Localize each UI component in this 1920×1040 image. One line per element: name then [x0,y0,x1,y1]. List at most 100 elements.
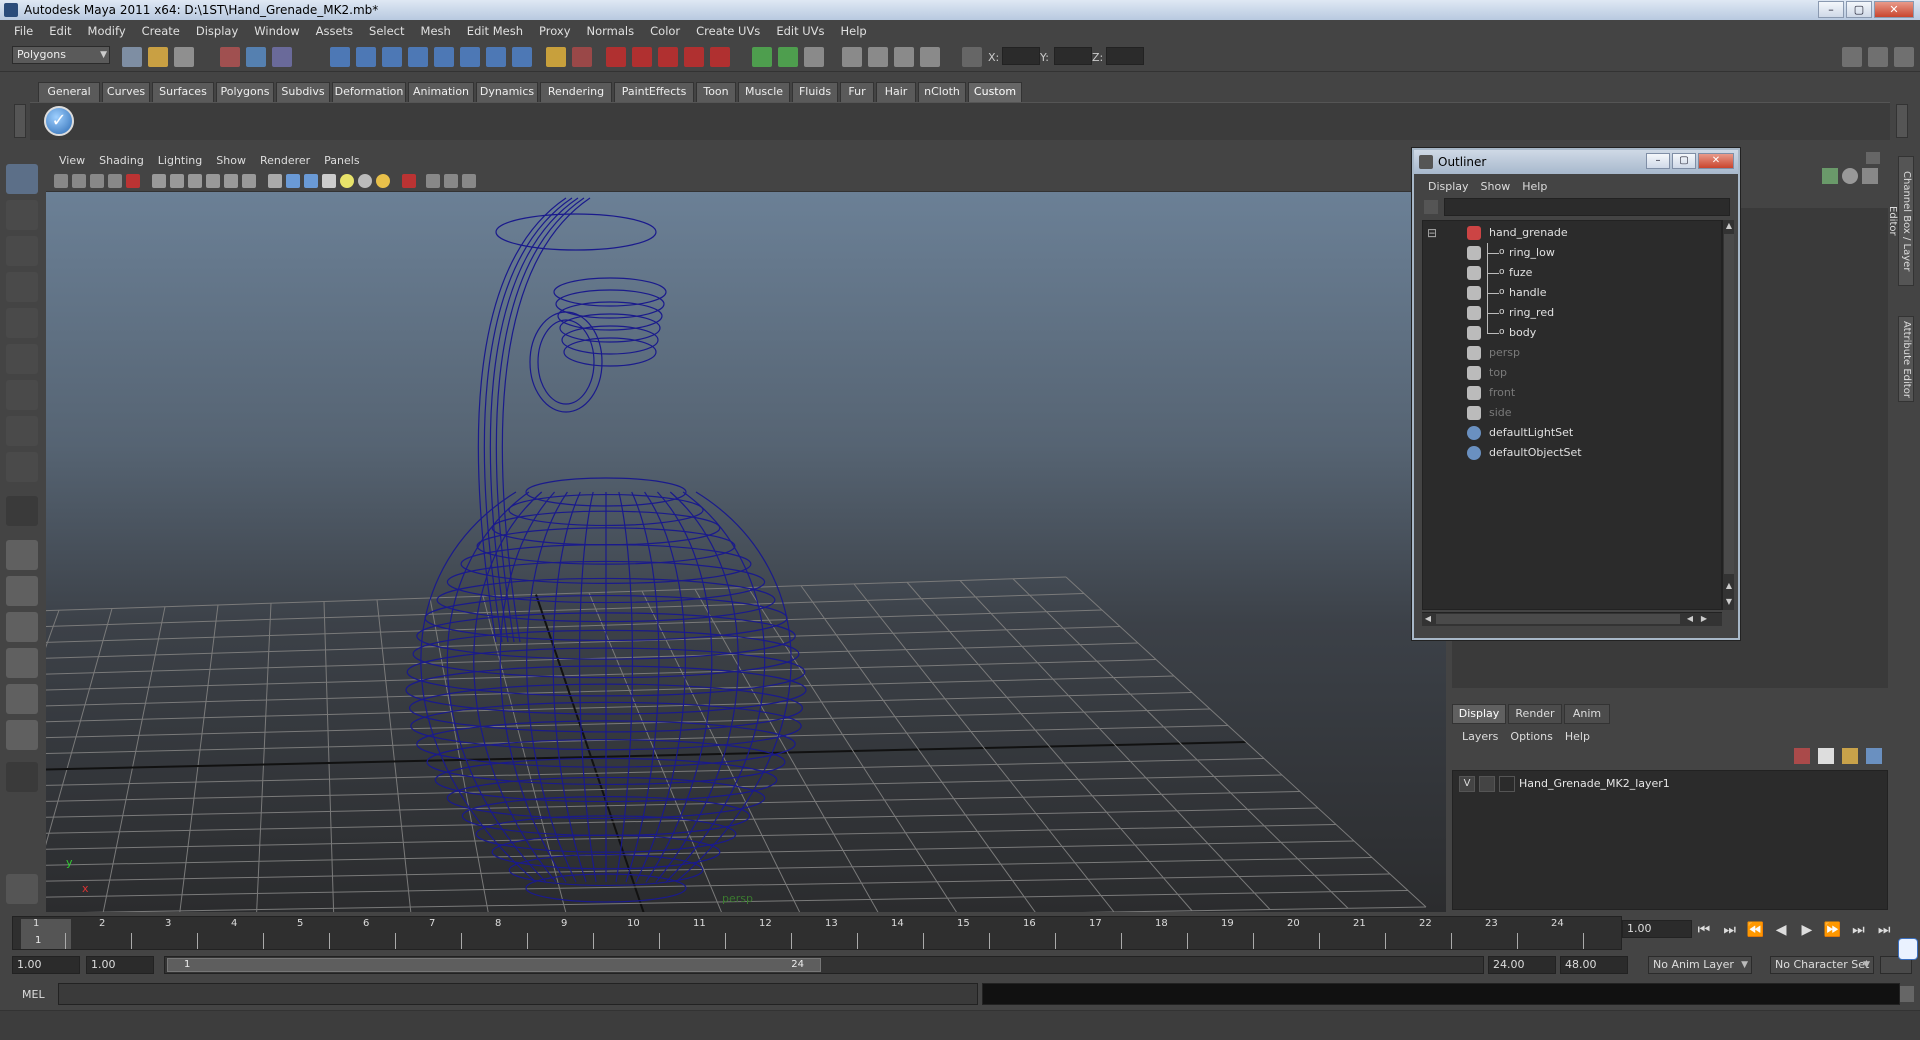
outliner-item[interactable]: o fuze [1423,263,1713,283]
smooth-shade-icon[interactable] [286,174,300,188]
scroll-down-icon[interactable]: ▼ [1723,596,1735,608]
menu-file[interactable]: File [6,24,41,38]
xray-icon[interactable] [426,174,440,188]
outliner-item[interactable]: ⊟ hand_grenade [1423,223,1713,243]
layer-menu-options[interactable]: Options [1504,730,1558,743]
shelf-tab-hair[interactable]: Hair [876,82,916,102]
shelf-menu-icon[interactable] [14,104,26,138]
save-scene-icon[interactable] [174,47,194,67]
current-frame-field[interactable]: 1.00 [1622,920,1692,938]
image-plane-icon[interactable] [108,174,122,188]
menu-edit[interactable]: Edit [41,24,79,38]
wireframe-on-shaded-icon[interactable] [304,174,318,188]
menu-window[interactable]: Window [246,24,307,38]
snap-curve-icon[interactable] [356,47,376,67]
range-slider[interactable]: 1 24 [164,956,1484,974]
toggle-channel-box-icon[interactable] [1894,47,1914,67]
shelf-tab-surfaces[interactable]: Surfaces [152,82,214,102]
toolbox-collapse-icon[interactable] [6,762,38,792]
layer-menu-layers[interactable]: Layers [1456,730,1504,743]
shadows-icon[interactable] [376,174,390,188]
tab-channel-box-layer-editor[interactable]: Channel Box / Layer Editor [1887,156,1914,286]
snap-plane-icon[interactable] [408,47,428,67]
textured-icon[interactable] [322,174,336,188]
animation-end-field[interactable]: 48.00 [1560,956,1628,974]
outliner-item[interactable]: front [1423,383,1713,403]
anim-layer-select[interactable]: No Anim Layer ▼ [1648,956,1752,974]
snap-point-icon[interactable] [382,47,402,67]
outliner-menu-show[interactable]: Show [1475,180,1517,193]
new-layer-selected-icon[interactable] [1866,748,1882,764]
outliner-item[interactable]: top [1423,363,1713,383]
outliner-item[interactable]: defaultLightSet [1423,423,1713,443]
shelf-tab-muscle[interactable]: Muscle [738,82,790,102]
menu-edit-mesh[interactable]: Edit Mesh [459,24,531,38]
hypergraph-icon[interactable] [894,47,914,67]
outliner-item[interactable]: persp [1423,343,1713,363]
viewport-menu-shading[interactable]: Shading [92,154,151,167]
field-chart-icon[interactable] [224,174,238,188]
scroll-left-icon[interactable]: ◀ [1422,613,1434,625]
shelf-tab-animation[interactable]: Animation [408,82,474,102]
persp-graph-hypergraph-layout-icon[interactable] [6,720,38,750]
menu-mesh[interactable]: Mesh [413,24,459,38]
viewport-menu-panels[interactable]: Panels [317,154,366,167]
close-button[interactable]: ✕ [1874,1,1914,18]
layer-color-swatch[interactable] [1499,776,1515,792]
outliner-item[interactable]: o ring_low [1423,243,1713,263]
tab-anim[interactable]: Anim [1564,704,1610,724]
xray-components-icon[interactable] [462,174,476,188]
graph-editor-icon[interactable] [868,47,888,67]
toggle-tool-settings-icon[interactable] [1868,47,1888,67]
shelf-tab-general[interactable]: General [38,82,100,102]
viewport-menu-renderer[interactable]: Renderer [253,154,317,167]
tab-render[interactable]: Render [1508,704,1562,724]
four-view-layout-icon[interactable] [6,576,38,606]
menu-proxy[interactable]: Proxy [531,24,579,38]
scroll-left-icon[interactable]: ◀ [1684,613,1696,625]
animation-start-field[interactable]: 1.00 [12,956,80,974]
character-set-select[interactable]: No Character Set ▼ [1770,956,1874,974]
script-editor-icon[interactable] [1900,986,1914,1002]
perspective-viewport[interactable]: y x persp [46,192,1446,912]
select-object-icon[interactable] [246,47,266,67]
two-d-pan-zoom-icon[interactable] [126,174,140,188]
scroll-thumb[interactable] [1724,234,1734,574]
tab-attribute-editor[interactable]: Attribute Editor [1898,316,1914,402]
menu-create[interactable]: Create [134,24,188,38]
layer-icon[interactable] [1794,748,1810,764]
resolution-gate-icon[interactable] [188,174,202,188]
menu-select[interactable]: Select [361,24,412,38]
viewport-menu-view[interactable]: View [52,154,92,167]
attribute-editor-icon[interactable] [1862,168,1878,184]
ipr-render-icon[interactable] [632,47,652,67]
select-component-icon[interactable] [272,47,292,67]
scroll-up-icon[interactable]: ▲ [1723,220,1735,232]
outliner-filter-field[interactable] [1444,198,1730,216]
maximize-button[interactable]: ▢ [1846,1,1872,18]
select-camera-icon[interactable] [54,174,68,188]
time-slider[interactable]: 1 1 2 3 4 5 6 7 8 9 10 11 12 13 14 15 16 17 18 19 20 21 22 23 2… [12,916,1622,950]
render-settings-icon[interactable] [658,47,678,67]
lock-icon[interactable] [546,47,566,67]
new-layer-icon[interactable] [1842,748,1858,764]
snap-grid-icon[interactable] [330,47,350,67]
snap-view-icon[interactable] [460,47,480,67]
menu-set-select[interactable]: Polygons ▼ [12,46,110,64]
render-region-icon[interactable] [710,47,730,67]
input-line-icon[interactable] [752,47,772,67]
shelf-tab-deformation[interactable]: Deformation [332,82,406,102]
outliner-close-button[interactable]: ✕ [1698,153,1734,169]
outliner-item[interactable]: side [1423,403,1713,423]
outliner-item[interactable]: defaultObjectSet [1423,443,1713,463]
layer-visibility-toggle[interactable]: V [1459,776,1475,792]
outliner-maximize-button[interactable]: ▢ [1672,153,1696,169]
bookmark-icon[interactable] [90,174,104,188]
tab-display[interactable]: Display [1452,704,1506,724]
rotate-tool-icon[interactable] [6,308,38,338]
rename-icon[interactable] [778,47,798,67]
menu-assets[interactable]: Assets [308,24,361,38]
shelf-scroll-icon[interactable] [1896,104,1908,138]
soft-modification-icon[interactable] [6,416,38,446]
viewport-menu-lighting[interactable]: Lighting [151,154,209,167]
